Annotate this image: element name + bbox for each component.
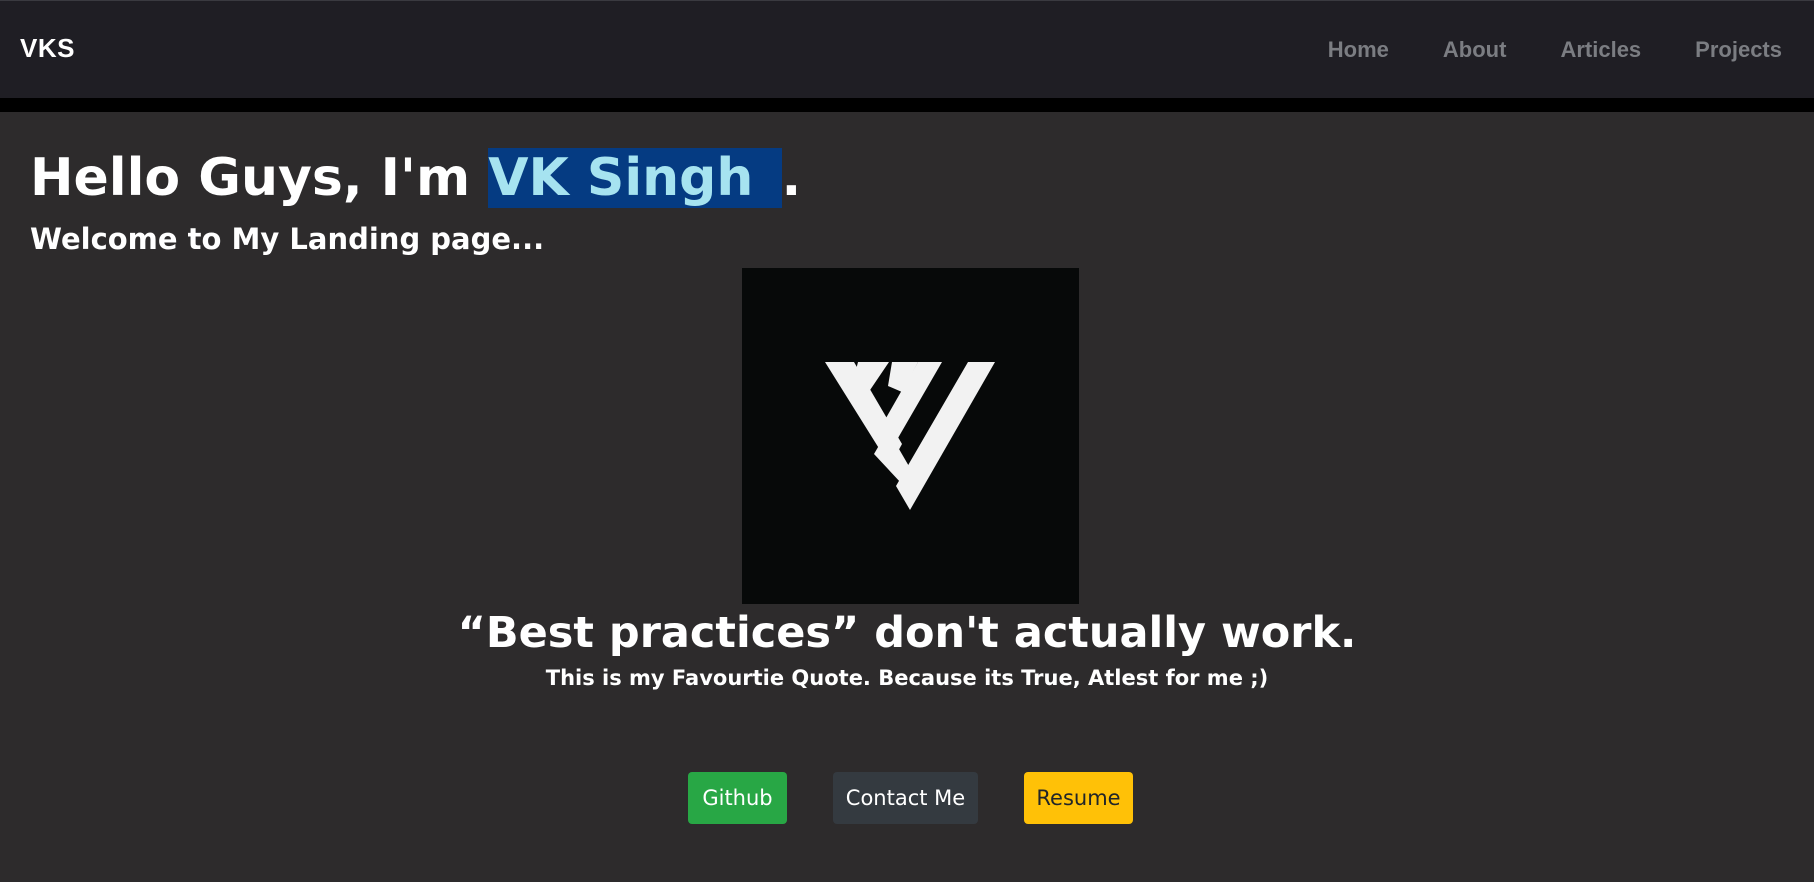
nav-links: Home About Articles Projects: [1274, 37, 1782, 63]
nav-link-articles[interactable]: Articles: [1560, 37, 1641, 63]
vks-triangle-logo-icon: [825, 362, 995, 510]
nav-link-projects[interactable]: Projects: [1695, 37, 1782, 63]
favourite-quote: “Best practices” don't actually work.: [457, 608, 1357, 658]
hero-subtitle: Welcome to My Landing page...: [30, 222, 545, 256]
resume-button[interactable]: Resume: [1024, 772, 1133, 824]
contact-me-button[interactable]: Contact Me: [833, 772, 978, 824]
nav-link-home[interactable]: Home: [1328, 37, 1389, 63]
hero-title: Hello Guys, I'm VK Singh .: [30, 144, 801, 212]
top-navbar: VKS Home About Articles Projects: [0, 0, 1814, 98]
navbar-divider: [0, 98, 1814, 112]
hero-greeting-end: .: [781, 148, 802, 208]
nav-link-about[interactable]: About: [1443, 37, 1507, 63]
quote-caption: This is my Favourtie Quote. Because its …: [545, 666, 1269, 690]
brand-logo-link[interactable]: VKS: [20, 33, 75, 64]
profile-logo-image: [742, 268, 1079, 604]
hero-greeting: Hello Guys, I'm: [30, 148, 489, 208]
github-button[interactable]: Github: [688, 772, 787, 824]
hero-name-highlighted: VK Singh: [488, 148, 782, 208]
